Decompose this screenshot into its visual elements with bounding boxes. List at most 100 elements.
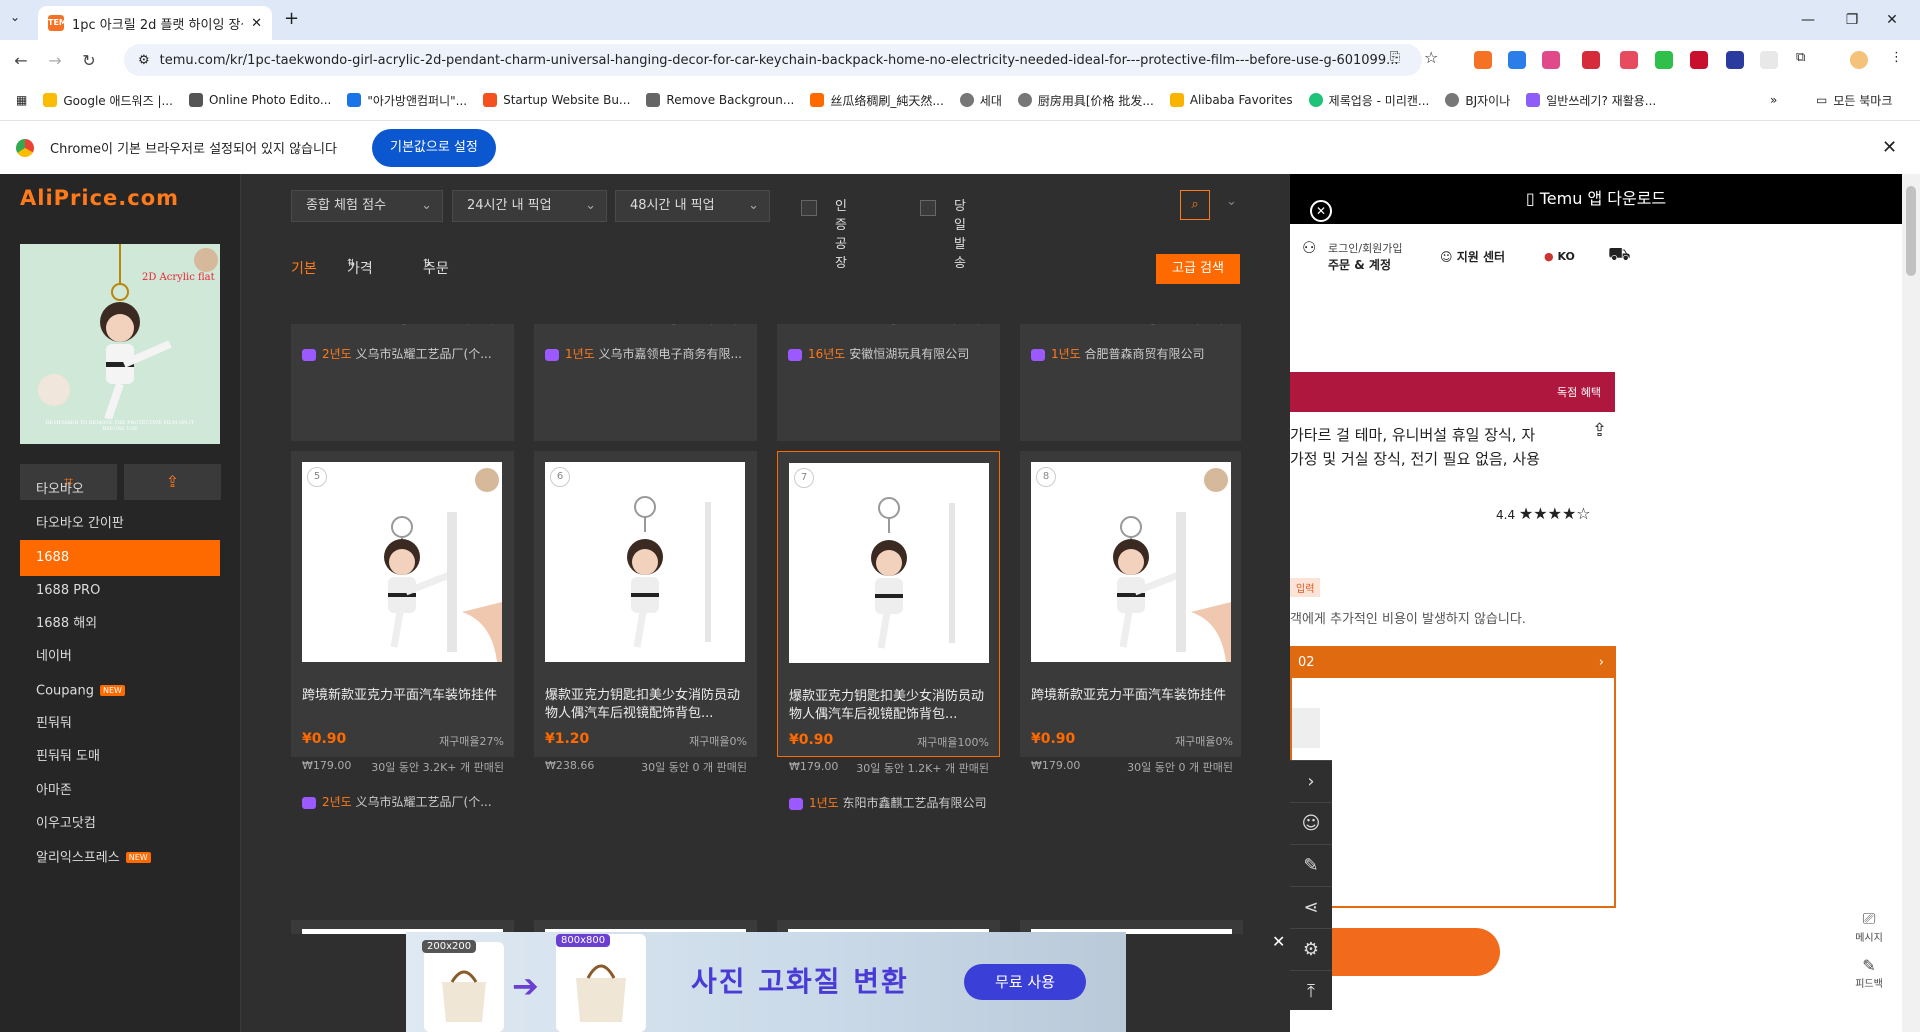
bookmark-item[interactable]: Google 애드워즈 |... xyxy=(43,92,173,109)
product-card[interactable]: 一件装亚克力钥匙扣 - 可爱武术少女挂件，防水包包挂饰及礼物¥1.50재구매율0… xyxy=(534,324,757,441)
close-window-icon[interactable]: ✕ xyxy=(1864,0,1920,40)
profile-avatar[interactable] xyxy=(1850,51,1868,69)
advanced-search-button[interactable]: 고급 검색 xyxy=(1156,254,1240,284)
sidebar-item[interactable]: 1688 xyxy=(20,540,220,576)
sidebar-item[interactable]: 이우고닷컴 xyxy=(20,806,220,842)
sidebar-item[interactable]: 1688 해외 xyxy=(20,606,220,642)
rating[interactable]: 4.4 ★★★★☆ xyxy=(1496,504,1591,523)
product-title[interactable]: 跨境新款亚克力平面汽车装饰挂件 xyxy=(302,687,502,723)
sidebar-item[interactable]: 네이버 xyxy=(20,639,220,675)
product-card[interactable]: 8 跨境新款亚克力平面汽车装饰挂件 ¥0.90 재구매율0% ₩179.00 30일 동안… xyxy=(1020,451,1241,774)
share-nodes-icon[interactable]: ⋖ xyxy=(1290,886,1332,928)
free-use-button[interactable]: 무료 사용 xyxy=(964,964,1086,1000)
language-selector[interactable]: ● KO xyxy=(1544,250,1575,263)
bookmark-item[interactable]: 厨房用具[价格 批发... xyxy=(1017,92,1154,109)
bookmarks-overflow-icon[interactable]: » xyxy=(1770,93,1777,107)
chevron-right-icon[interactable]: › xyxy=(1290,760,1332,802)
supplier-info[interactable]: 2년도 义乌市弘耀工艺品厂(个... xyxy=(302,793,502,810)
page-scrollbar[interactable] xyxy=(1902,174,1920,1032)
supplier-info[interactable]: 16년도 安徽恒湖玩具有限公司 xyxy=(788,345,988,362)
app-download-bar[interactable]: ▯ Temu 앱 다운로드 xyxy=(1290,174,1902,224)
cart-icon[interactable]: ⛟ xyxy=(1608,244,1631,268)
supplier-info[interactable]: 1년도 东阳市鑫麒工艺品有限公司 xyxy=(789,794,989,811)
extension-icon[interactable] xyxy=(1542,51,1560,69)
coupon-header[interactable]: 02 › xyxy=(1292,648,1614,678)
pencil-icon[interactable]: ✎ xyxy=(1290,844,1332,886)
sort-basic[interactable]: 기본 xyxy=(291,258,317,278)
tab-close-icon[interactable]: ✕ xyxy=(251,16,262,31)
menu-kebab-icon[interactable]: ⋮ xyxy=(1890,50,1903,65)
bookmark-item[interactable]: Online Photo Edito... xyxy=(188,93,331,107)
product-title[interactable]: 跨境新款亚克力平面汽车装饰挂件 xyxy=(1031,687,1231,723)
upscale-banner[interactable]: 200x200 ➔ 800x800 사진 고화질 변환 무료 사용 xyxy=(406,932,1126,1032)
overlay-close-icon[interactable]: ✕ xyxy=(1310,200,1332,222)
reload-icon[interactable]: ↻ xyxy=(76,51,102,70)
extension-icon[interactable] xyxy=(1726,51,1744,69)
sidebar-item[interactable]: Coupang NEW xyxy=(20,673,220,709)
collapse-chevron-icon[interactable]: ⌄ xyxy=(1226,194,1237,209)
supplier-info[interactable]: 1년도 合肥普森商贸有限公司 xyxy=(1031,345,1231,362)
search-icon[interactable]: ⌕ xyxy=(1180,190,1210,220)
bookmark-item[interactable]: BJ자이나 xyxy=(1445,92,1510,109)
product-image[interactable] xyxy=(545,462,745,662)
sidebar-item[interactable]: 1688 PRO xyxy=(20,573,220,609)
support-center[interactable]: ☺ 지원 센터 xyxy=(1440,248,1505,265)
variant-thumbnail[interactable] xyxy=(1292,708,1320,748)
share-icon[interactable]: ⇪ xyxy=(1592,420,1607,441)
bookmark-item[interactable]: Remove Backgroun... xyxy=(646,93,794,107)
install-icon[interactable]: ⎘ xyxy=(1390,50,1400,65)
product-card[interactable]: 百日宴布置迎宾牌宝宝周岁生日装饰气球KT板定/制满月大头人...¥15.80재구… xyxy=(1020,324,1241,441)
extension-icon[interactable] xyxy=(1760,51,1778,69)
extensions-puzzle-icon[interactable]: ⧉ xyxy=(1796,50,1805,65)
infobar-close-icon[interactable]: ✕ xyxy=(1882,137,1897,158)
site-info-icon[interactable]: ⚙ xyxy=(138,53,150,68)
settings-gear-icon[interactable]: ⚙ xyxy=(1290,928,1332,970)
product-image[interactable] xyxy=(302,462,502,662)
bookmark-item[interactable]: 세대 xyxy=(959,92,1002,109)
new-tab-icon[interactable]: + xyxy=(284,8,299,29)
all-bookmarks-folder[interactable]: ▭ 모든 북마크 xyxy=(1816,92,1892,109)
bookmark-star-icon[interactable]: ☆ xyxy=(1424,48,1438,67)
bookmark-item[interactable]: Alibaba Favorites xyxy=(1169,93,1293,107)
bookmark-item[interactable]: 일반쓰레기? 재활용... xyxy=(1526,92,1656,109)
message-button[interactable]: ⎚ 메시지 xyxy=(1840,909,1898,955)
product-title[interactable]: 爆款亚克力钥匙扣美少女消防员动物人偶汽车后视镜配饰背包... xyxy=(789,688,989,724)
bookmark-item[interactable]: 제록업응 - 미리캔... xyxy=(1308,92,1429,109)
pickup24-select[interactable]: 24시간 내 픽업 ⌄ xyxy=(452,190,607,222)
bookmark-item[interactable]: 丝瓜络稠刷_純天然... xyxy=(810,92,944,109)
feedback-button[interactable]: ✎ 피드백 xyxy=(1840,956,1898,1002)
set-default-button[interactable]: 기본값으로 설정 xyxy=(372,129,496,167)
extension-icon[interactable] xyxy=(1474,51,1492,69)
tab-list-icon[interactable]: ⌄ xyxy=(10,10,20,24)
product-image[interactable] xyxy=(1031,462,1231,662)
product-image[interactable] xyxy=(789,463,989,663)
product-title[interactable]: 爆款亚克力钥匙扣美少女消防员动物人偶汽车后视镜配饰背包... xyxy=(545,687,745,723)
banner-close-icon[interactable]: ✕ xyxy=(1272,932,1285,951)
certified-factory-checkbox[interactable] xyxy=(801,200,817,216)
bookmark-item[interactable]: Startup Website Bu... xyxy=(483,93,630,107)
product-card[interactable]: 5 跨境新款亚克力平面汽车装饰挂件 ¥0.90 재구매율27% ₩179.00 30일 동… xyxy=(291,451,514,809)
sidebar-item[interactable]: 타오바오 간이판 xyxy=(20,506,220,542)
extension-icon[interactable] xyxy=(1582,51,1600,69)
supplier-info[interactable]: 1년도 义乌市嘉领电子商务有限... xyxy=(545,345,745,362)
forward-icon[interactable]: → xyxy=(42,51,68,70)
product-card[interactable]: 6 爆款亚克力钥匙扣美少女消防员动物人偶汽车后视镜配饰背包... ¥1.20 재구매율… xyxy=(534,451,757,774)
sidebar-item[interactable]: 알리익스프레스 NEW xyxy=(20,840,220,876)
chat-bubble-icon[interactable]: ☺ xyxy=(1290,802,1332,844)
browser-tab[interactable]: TEMU 1pc 아크릴 2d 플랫 하이잉 장식 ✕ xyxy=(38,6,272,40)
product-card[interactable]: 抖音热卖洋娃娃公主萝莉恒湖迷糊芭比女孩玩具可换装儿童女...¥4.80재구매율1… xyxy=(777,324,1000,441)
scrollbar-thumb[interactable] xyxy=(1906,186,1916,276)
exclusive-banner[interactable]: 독점 혜택 xyxy=(1290,372,1615,412)
extension-icon[interactable] xyxy=(1690,51,1708,69)
url-bar[interactable]: ⚙ temu.com/kr/1pc-taekwondo-girl-acrylic… xyxy=(124,44,1422,76)
back-icon[interactable]: ← xyxy=(8,51,34,70)
same-day-checkbox[interactable] xyxy=(920,200,936,216)
scroll-top-icon[interactable]: ⤒ xyxy=(1290,970,1332,1010)
pickup48-select[interactable]: 48시간 내 픽업 ⌄ xyxy=(615,190,770,222)
score-select[interactable]: 종합 체험 점수 ⌄ xyxy=(291,190,443,222)
sidebar-item[interactable]: 핀둬둬 도매 xyxy=(20,739,220,775)
orders-label[interactable]: 주문 & 계정 xyxy=(1328,256,1391,273)
apps-grid-icon[interactable]: ▦ xyxy=(16,93,27,107)
sidebar-item[interactable]: 아마존 xyxy=(20,773,220,809)
extension-icon[interactable] xyxy=(1655,51,1673,69)
